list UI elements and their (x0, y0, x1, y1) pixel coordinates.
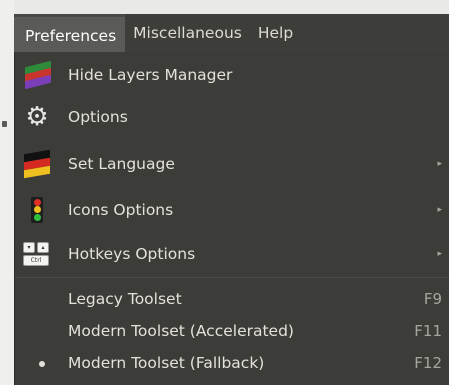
menu-item-hide-layers-manager[interactable]: Hide Layers Manager (15, 54, 449, 96)
menu-item-label: Modern Toolset (Fallback) (68, 354, 265, 372)
keyboard-keys-icon: ▾ ▴ Ctrl (23, 240, 51, 268)
background-app (0, 0, 14, 385)
shortcut-label: F11 (414, 322, 442, 340)
traffic-light-icon (23, 196, 51, 224)
menu-miscellaneous[interactable]: Miscellaneous (125, 14, 250, 52)
radio-bullet-icon (39, 361, 45, 367)
menu-item-label: Legacy Toolset (68, 290, 182, 308)
submenu-arrow-icon: ▸ (437, 205, 442, 215)
menu-item-label: Icons Options (68, 201, 174, 219)
flag-icon (23, 149, 51, 179)
menu-item-hotkeys-options[interactable]: ▾ ▴ Ctrl Hotkeys Options ▸ (15, 233, 449, 275)
menu-item-modern-toolset-fallback[interactable]: Modern Toolset (Fallback) F12 (15, 350, 449, 378)
menu-item-set-language[interactable]: Set Language ▸ (15, 143, 449, 185)
menu-help[interactable]: Help (250, 14, 301, 52)
submenu-arrow-icon: ▸ (437, 249, 442, 259)
layers-icon (23, 60, 51, 90)
menu-item-icons-options[interactable]: Icons Options ▸ (15, 189, 449, 231)
menubar: Preferences Miscellaneous Help (14, 14, 449, 52)
gear-icon: ⚙ (25, 102, 49, 132)
menu-item-label: Options (68, 108, 128, 126)
menu-separator (15, 277, 449, 278)
menu-item-label: Modern Toolset (Accelerated) (68, 322, 294, 340)
background-marker (2, 121, 7, 127)
menu-item-label: Hide Layers Manager (68, 66, 233, 84)
menu-preferences[interactable]: Preferences (14, 14, 126, 52)
app-window: Preferences Miscellaneous Help Hide Laye… (0, 0, 449, 385)
menu-item-label: Set Language (68, 155, 175, 173)
menu-item-modern-toolset-accelerated[interactable]: Modern Toolset (Accelerated) F11 (15, 318, 449, 346)
preferences-dropdown: Hide Layers Manager ⚙ Options Set Langua… (14, 52, 449, 385)
menu-item-label: Hotkeys Options (68, 245, 196, 263)
shortcut-label: F9 (423, 290, 442, 308)
submenu-arrow-icon: ▸ (437, 159, 442, 169)
menu-item-legacy-toolset[interactable]: Legacy Toolset F9 (15, 286, 449, 314)
menu-item-options[interactable]: ⚙ Options (15, 96, 449, 138)
shortcut-label: F12 (414, 354, 442, 372)
